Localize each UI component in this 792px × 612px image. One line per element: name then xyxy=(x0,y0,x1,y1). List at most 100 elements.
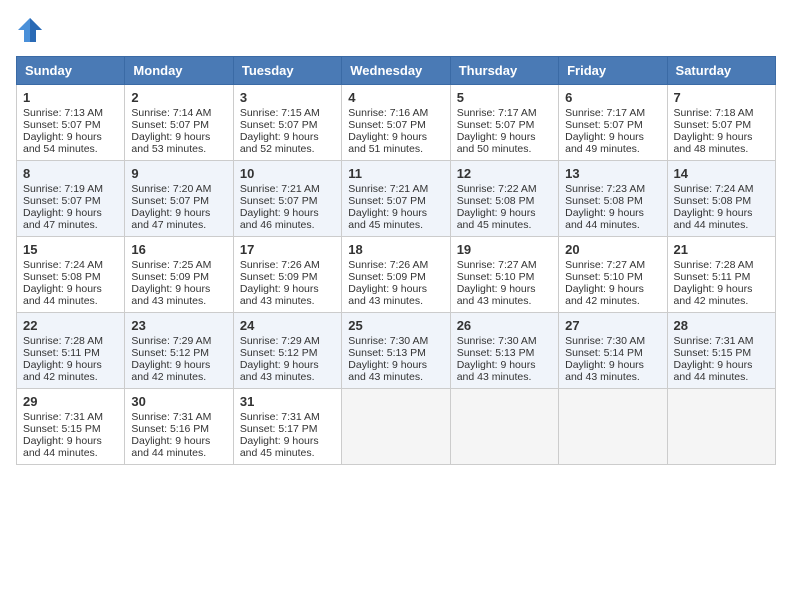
calendar-day: 24Sunrise: 7:29 AMSunset: 5:12 PMDayligh… xyxy=(233,313,341,389)
calendar-week-row: 8Sunrise: 7:19 AMSunset: 5:07 PMDaylight… xyxy=(17,161,776,237)
sunrise-text: Sunrise: 7:20 AM xyxy=(131,183,211,195)
calendar-day: 25Sunrise: 7:30 AMSunset: 5:13 PMDayligh… xyxy=(342,313,450,389)
calendar-day: 23Sunrise: 7:29 AMSunset: 5:12 PMDayligh… xyxy=(125,313,233,389)
calendar-week-row: 15Sunrise: 7:24 AMSunset: 5:08 PMDayligh… xyxy=(17,237,776,313)
calendar-day: 21Sunrise: 7:28 AMSunset: 5:11 PMDayligh… xyxy=(667,237,775,313)
day-number: 8 xyxy=(23,166,118,181)
daylight-text: Daylight: 9 hours and 45 minutes. xyxy=(348,207,427,231)
weekday-header: Saturday xyxy=(667,57,775,85)
day-number: 27 xyxy=(565,318,660,333)
daylight-text: Daylight: 9 hours and 43 minutes. xyxy=(457,359,536,383)
day-number: 7 xyxy=(674,90,769,105)
calendar-header-row: SundayMondayTuesdayWednesdayThursdayFrid… xyxy=(17,57,776,85)
calendar-day: 9Sunrise: 7:20 AMSunset: 5:07 PMDaylight… xyxy=(125,161,233,237)
sunrise-text: Sunrise: 7:22 AM xyxy=(457,183,537,195)
daylight-text: Daylight: 9 hours and 44 minutes. xyxy=(674,359,753,383)
sunrise-text: Sunrise: 7:14 AM xyxy=(131,107,211,119)
calendar-week-row: 1Sunrise: 7:13 AMSunset: 5:07 PMDaylight… xyxy=(17,85,776,161)
sunrise-text: Sunrise: 7:17 AM xyxy=(457,107,537,119)
daylight-text: Daylight: 9 hours and 43 minutes. xyxy=(348,359,427,383)
sunset-text: Sunset: 5:14 PM xyxy=(565,347,643,359)
daylight-text: Daylight: 9 hours and 52 minutes. xyxy=(240,131,319,155)
sunrise-text: Sunrise: 7:21 AM xyxy=(240,183,320,195)
daylight-text: Daylight: 9 hours and 51 minutes. xyxy=(348,131,427,155)
day-number: 6 xyxy=(565,90,660,105)
calendar-day: 11 Sunrise: 7:21 AMSunset: 5:07 PMDayligh… xyxy=(342,161,450,237)
daylight-text: Daylight: 9 hours and 44 minutes. xyxy=(23,435,102,459)
calendar-day: 4Sunrise: 7:16 AMSunset: 5:07 PMDaylight… xyxy=(342,85,450,161)
day-number: 2 xyxy=(131,90,226,105)
daylight-text: Daylight: 9 hours and 46 minutes. xyxy=(240,207,319,231)
sunrise-text: Sunrise: 7:25 AM xyxy=(131,259,211,271)
daylight-text: Daylight: 9 hours and 48 minutes. xyxy=(674,131,753,155)
sunset-text: Sunset: 5:08 PM xyxy=(674,195,752,207)
sunset-text: Sunset: 5:11 PM xyxy=(23,347,100,359)
daylight-text: Daylight: 9 hours and 44 minutes. xyxy=(131,435,210,459)
sunset-text: Sunset: 5:07 PM xyxy=(240,119,318,131)
daylight-text: Daylight: 9 hours and 47 minutes. xyxy=(23,207,102,231)
sunset-text: Sunset: 5:07 PM xyxy=(348,195,426,207)
day-number: 29 xyxy=(23,394,118,409)
day-number: 16 xyxy=(131,242,226,257)
calendar-day: 10Sunrise: 7:21 AMSunset: 5:07 PMDayligh… xyxy=(233,161,341,237)
sunrise-text: Sunrise: 7:26 AM xyxy=(240,259,320,271)
calendar-day: 6Sunrise: 7:17 AMSunset: 5:07 PMDaylight… xyxy=(559,85,667,161)
sunrise-text: Sunrise: 7:16 AM xyxy=(348,107,428,119)
sunset-text: Sunset: 5:07 PM xyxy=(565,119,643,131)
weekday-header: Thursday xyxy=(450,57,558,85)
sunrise-text: Sunrise: 7:13 AM xyxy=(23,107,103,119)
day-number: 17 xyxy=(240,242,335,257)
sunrise-text: Sunrise: 7:21 AM xyxy=(348,183,428,195)
day-number: 18 xyxy=(348,242,443,257)
calendar-day: 7Sunrise: 7:18 AMSunset: 5:07 PMDaylight… xyxy=(667,85,775,161)
sunset-text: Sunset: 5:16 PM xyxy=(131,423,209,435)
weekday-header: Friday xyxy=(559,57,667,85)
sunset-text: Sunset: 5:13 PM xyxy=(457,347,535,359)
day-number: 19 xyxy=(457,242,552,257)
calendar-day: 31Sunrise: 7:31 AMSunset: 5:17 PMDayligh… xyxy=(233,389,341,465)
calendar-table: SundayMondayTuesdayWednesdayThursdayFrid… xyxy=(16,56,776,465)
empty-day xyxy=(450,389,558,465)
daylight-text: Daylight: 9 hours and 42 minutes. xyxy=(674,283,753,307)
sunset-text: Sunset: 5:10 PM xyxy=(457,271,535,283)
calendar-day: 1Sunrise: 7:13 AMSunset: 5:07 PMDaylight… xyxy=(17,85,125,161)
day-number: 11 xyxy=(348,166,443,181)
day-number: 13 xyxy=(565,166,660,181)
sunrise-text: Sunrise: 7:27 AM xyxy=(565,259,645,271)
sunrise-text: Sunrise: 7:31 AM xyxy=(240,411,320,423)
calendar-day: 28Sunrise: 7:31 AMSunset: 5:15 PMDayligh… xyxy=(667,313,775,389)
day-number: 26 xyxy=(457,318,552,333)
day-number: 3 xyxy=(240,90,335,105)
sunrise-text: Sunrise: 7:23 AM xyxy=(565,183,645,195)
calendar-day: 8Sunrise: 7:19 AMSunset: 5:07 PMDaylight… xyxy=(17,161,125,237)
day-number: 15 xyxy=(23,242,118,257)
sunset-text: Sunset: 5:15 PM xyxy=(23,423,101,435)
calendar-week-row: 22Sunrise: 7:28 AMSunset: 5:11 PMDayligh… xyxy=(17,313,776,389)
sunset-text: Sunset: 5:08 PM xyxy=(23,271,101,283)
daylight-text: Daylight: 9 hours and 43 minutes. xyxy=(565,359,644,383)
calendar-day: 30Sunrise: 7:31 AMSunset: 5:16 PMDayligh… xyxy=(125,389,233,465)
calendar-week-row: 29Sunrise: 7:31 AMSunset: 5:15 PMDayligh… xyxy=(17,389,776,465)
weekday-header: Sunday xyxy=(17,57,125,85)
sunset-text: Sunset: 5:07 PM xyxy=(131,119,209,131)
sunset-text: Sunset: 5:17 PM xyxy=(240,423,318,435)
day-number: 24 xyxy=(240,318,335,333)
calendar-day: 3Sunrise: 7:15 AMSunset: 5:07 PMDaylight… xyxy=(233,85,341,161)
daylight-text: Daylight: 9 hours and 43 minutes. xyxy=(131,283,210,307)
daylight-text: Daylight: 9 hours and 43 minutes. xyxy=(457,283,536,307)
sunrise-text: Sunrise: 7:28 AM xyxy=(23,335,103,347)
day-number: 28 xyxy=(674,318,769,333)
day-number: 9 xyxy=(131,166,226,181)
empty-day xyxy=(667,389,775,465)
sunset-text: Sunset: 5:11 PM xyxy=(674,271,751,283)
sunrise-text: Sunrise: 7:31 AM xyxy=(23,411,103,423)
sunrise-text: Sunrise: 7:24 AM xyxy=(674,183,754,195)
logo xyxy=(16,16,50,44)
daylight-text: Daylight: 9 hours and 45 minutes. xyxy=(457,207,536,231)
sunset-text: Sunset: 5:08 PM xyxy=(565,195,643,207)
calendar-day: 29 Sunrise: 7:31 AMSunset: 5:15 PMDayligh… xyxy=(17,389,125,465)
sunset-text: Sunset: 5:07 PM xyxy=(348,119,426,131)
sunset-text: Sunset: 5:09 PM xyxy=(131,271,209,283)
sunset-text: Sunset: 5:08 PM xyxy=(457,195,535,207)
day-number: 1 xyxy=(23,90,118,105)
